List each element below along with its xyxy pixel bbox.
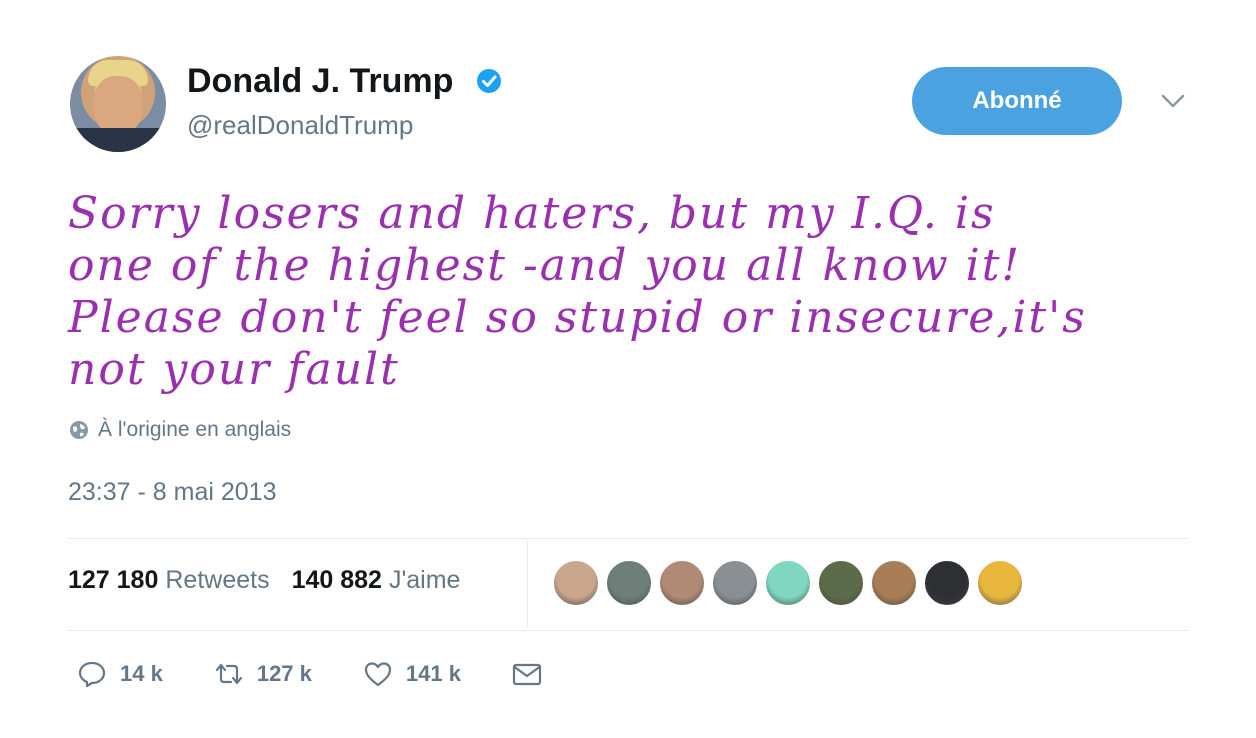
profile-avatar[interactable] (70, 56, 166, 152)
liker-avatar[interactable] (817, 559, 865, 607)
liker-avatar[interactable] (764, 559, 812, 607)
translation-label: À l'origine en anglais (98, 418, 292, 441)
retweets-count[interactable]: 127 180 (68, 566, 158, 595)
tweet-timestamp[interactable]: 23:37 - 8 mai 2013 (68, 478, 276, 507)
liker-avatars (552, 559, 1024, 607)
tweet-stats: 127 180 Retweets 140 882 J'aime (68, 566, 482, 595)
likes-label[interactable]: J'aime (389, 566, 460, 595)
reply-action[interactable]: 14 k (76, 658, 163, 690)
divider-bottom (68, 630, 1188, 631)
retweet-action[interactable]: 127 k (213, 658, 312, 690)
globe-icon (70, 421, 88, 439)
author-name[interactable]: Donald J. Trump (187, 62, 453, 101)
stats-divider (527, 540, 528, 628)
liker-avatar[interactable] (870, 559, 918, 607)
verified-badge-icon (477, 69, 501, 93)
avatar-suit (70, 128, 166, 152)
tweet-line: one of the highest -and you all know it! (68, 240, 1022, 291)
retweet-count: 127 k (256, 661, 312, 686)
retweets-label[interactable]: Retweets (165, 566, 269, 595)
tweet-line: Sorry losers and haters, but my I.Q. is (68, 188, 996, 239)
liker-avatar[interactable] (552, 559, 600, 607)
tweet-line: not your fault (68, 344, 400, 395)
retweet-icon[interactable] (213, 658, 245, 690)
liker-avatar[interactable] (976, 559, 1024, 607)
heart-icon[interactable] (362, 658, 394, 690)
reply-icon[interactable] (76, 658, 108, 690)
envelope-icon[interactable] (511, 658, 543, 690)
like-count: 141 k (405, 661, 461, 686)
tweet-line: Please don't feel so stupid or insecure,… (68, 292, 1087, 343)
likes-count[interactable]: 140 882 (292, 566, 382, 595)
reply-count: 14 k (120, 661, 163, 686)
chevron-down-icon[interactable] (1160, 92, 1186, 110)
divider-top (68, 538, 1188, 539)
tweet-text: Sorry losers and haters, but my I.Q. is … (68, 188, 1198, 396)
liker-avatar[interactable] (605, 559, 653, 607)
author-handle[interactable]: @realDonaldTrump (187, 110, 413, 141)
liker-avatar[interactable] (711, 559, 759, 607)
liker-avatar[interactable] (923, 559, 971, 607)
avatar-face (94, 76, 142, 134)
liker-avatar[interactable] (658, 559, 706, 607)
following-button[interactable]: Abonné (912, 67, 1122, 135)
translation-note[interactable]: À l'origine en anglais (68, 418, 291, 442)
message-action[interactable] (511, 658, 543, 690)
tweet-actions: 14 k 127 k 141 k (76, 658, 593, 690)
like-action[interactable]: 141 k (362, 658, 461, 690)
